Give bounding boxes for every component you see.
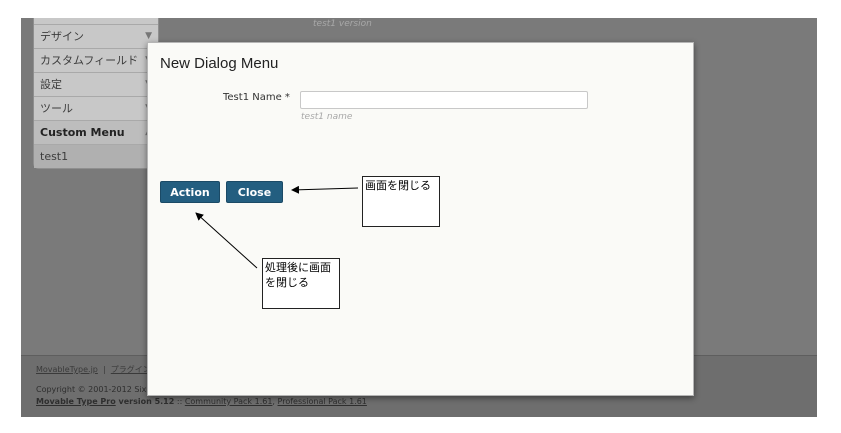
sidebar-subitem-test1[interactable]: test1 bbox=[34, 145, 158, 168]
sidebar-item-label: Custom Menu bbox=[40, 126, 125, 139]
background-version-hint: test1 version bbox=[313, 19, 372, 29]
test1-name-hint: test1 name bbox=[301, 112, 353, 122]
footer-version-word: version bbox=[115, 397, 155, 406]
footer-professional-pack-link[interactable]: Professional Pack 1.61 bbox=[278, 397, 367, 406]
footer-separator: | bbox=[102, 365, 106, 374]
footer-link-plugins[interactable]: プラグイン bbox=[111, 365, 151, 374]
action-button[interactable]: Action bbox=[160, 181, 220, 203]
sidebar-item-settings[interactable]: 設定 ▼ bbox=[34, 73, 158, 97]
footer-version-number: 5.12 bbox=[154, 397, 175, 406]
footer-copyright: Copyright © 2001-2012 Six A bbox=[36, 385, 155, 394]
footer-version: Movable Type Pro version 5.12 :: Communi… bbox=[36, 397, 367, 406]
sidebar-menu: デザイン ▼ カスタムフィールド ▼ 設定 ▼ ツール ▼ Custom Men… bbox=[33, 18, 159, 169]
footer-pack-separator: :: bbox=[174, 397, 185, 406]
test1-name-input[interactable] bbox=[300, 91, 588, 109]
close-button[interactable]: Close bbox=[226, 181, 283, 203]
footer-links: MovableType.jp | プラグイン bbox=[36, 364, 151, 375]
footer-product-link[interactable]: Movable Type Pro bbox=[36, 397, 116, 406]
sidebar-item-design[interactable]: デザイン ▼ bbox=[34, 25, 158, 49]
callout-close-text: 画面を閉じる bbox=[365, 179, 431, 192]
sidebar-item-tools[interactable]: ツール ▼ bbox=[34, 97, 158, 121]
sidebar-item-label: test1 bbox=[40, 150, 69, 163]
sidebar-item-label: ツール bbox=[40, 102, 73, 115]
sidebar-top-edge bbox=[34, 18, 158, 25]
callout-action-note: 処理後に画面 を閉じる bbox=[262, 258, 340, 309]
test1-name-label: Test1 Name * bbox=[223, 92, 290, 103]
footer-link-movabletype[interactable]: MovableType.jp bbox=[36, 365, 98, 374]
callout-action-text-line1: 処理後に画面 bbox=[265, 261, 331, 274]
dialog-title: New Dialog Menu bbox=[160, 55, 279, 72]
sidebar-item-label: デザイン bbox=[40, 30, 84, 43]
sidebar-item-label: 設定 bbox=[40, 78, 62, 91]
footer-community-pack-link[interactable]: Community Pack 1.61 bbox=[185, 397, 273, 406]
sidebar-item-label: カスタムフィールド bbox=[40, 54, 139, 67]
callout-action-text-line2: を閉じる bbox=[265, 276, 309, 289]
callout-close-note: 画面を閉じる bbox=[362, 176, 440, 227]
sidebar-item-custom-field[interactable]: カスタムフィールド ▼ bbox=[34, 49, 158, 73]
sidebar-item-custom-menu[interactable]: Custom Menu ▲ bbox=[34, 121, 158, 145]
